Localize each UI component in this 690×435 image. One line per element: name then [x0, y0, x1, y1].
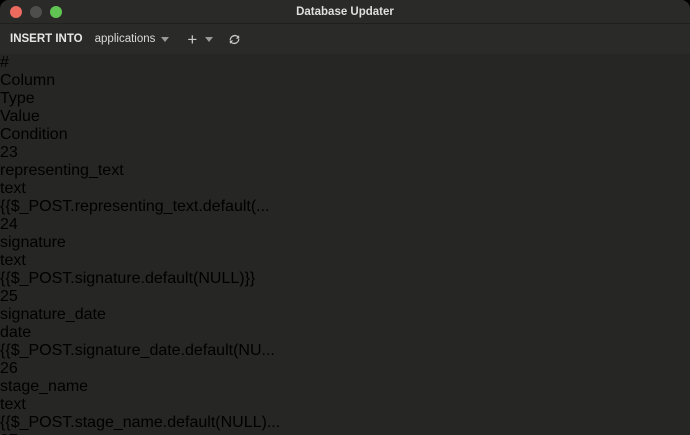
table-header-cell[interactable]: Column [0, 72, 690, 90]
remove-column-button[interactable] [257, 28, 279, 50]
column-name-cell[interactable]: signature [0, 234, 690, 252]
chevron-down-icon [161, 36, 170, 42]
table-header-cell[interactable]: Value [0, 108, 690, 126]
refresh-icon [229, 34, 240, 44]
type-cell[interactable]: text [0, 180, 690, 198]
database-updater-window: Database Updater INSERT INTO application… [0, 0, 690, 435]
table-header: # Column Type Value Condition [0, 54, 690, 144]
table-selector-dropdown[interactable]: applications [95, 33, 170, 45]
row-number-cell[interactable]: 25 [0, 288, 690, 306]
refresh-button[interactable] [223, 28, 245, 50]
toolbar: INSERT INTO applications + [0, 24, 690, 54]
add-column-button[interactable]: + [181, 28, 203, 50]
table-row[interactable]: 24 signature text {{$_POST.signature.defaul… [0, 216, 690, 288]
table-header-cell[interactable]: Type [0, 90, 690, 108]
type-cell[interactable]: date [0, 324, 690, 342]
table-header-cell[interactable]: # [0, 54, 690, 72]
window-title: Database Updater [296, 5, 394, 18]
value-cell[interactable]: {{$_POST.representing_text.default(... [0, 198, 690, 216]
close-icon [262, 33, 274, 45]
column-name-cell[interactable]: stage_name [0, 378, 690, 396]
row-number-cell[interactable]: 23 [0, 144, 690, 162]
table-row[interactable]: 26 stage_name text {{$_POST.stage_name.defa… [0, 360, 690, 432]
table-header-cell[interactable]: Condition [0, 126, 690, 144]
statement-type-label: INSERT INTO [10, 33, 83, 45]
column-name-cell[interactable]: signature_date [0, 306, 690, 324]
value-cell[interactable]: {{$_POST.signature_date.default(NU... [0, 342, 690, 360]
row-number-cell[interactable]: 26 [0, 360, 690, 378]
table-selector-value: applications [94, 33, 156, 45]
value-cell[interactable]: {{$_POST.stage_name.default(NULL)... [0, 414, 690, 432]
add-dropdown-caret-icon[interactable] [205, 36, 214, 42]
column-name-cell[interactable]: representing_text [0, 162, 690, 180]
table-row[interactable]: 25 signature_date date {{$_POST.signature_d… [0, 288, 690, 360]
title-bar: Database Updater [0, 0, 690, 24]
table-body: 23 representing_text text {{$_POST.represen… [0, 144, 690, 435]
value-cell[interactable]: {{$_POST.signature.default(NULL)}} [0, 270, 690, 288]
row-number-cell[interactable]: 24 [0, 216, 690, 234]
type-cell[interactable]: text [0, 396, 690, 414]
type-cell[interactable]: text [0, 252, 690, 270]
table-row[interactable]: 23 representing_text text {{$_POST.represen… [0, 144, 690, 216]
